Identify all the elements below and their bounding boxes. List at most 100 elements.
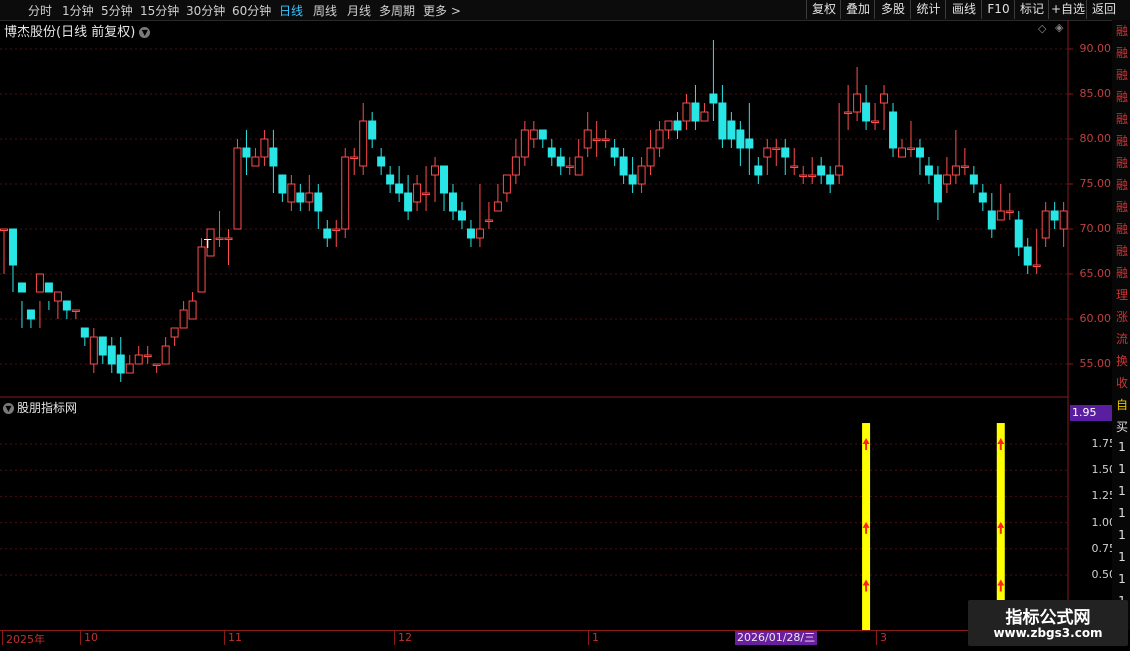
candle-body (906, 147, 915, 150)
candle-body (350, 156, 359, 159)
candle (960, 148, 969, 175)
candle-body (610, 147, 619, 158)
date-tick-label: 3 (876, 631, 887, 645)
candle (826, 166, 835, 193)
candle (44, 282, 53, 310)
candle (745, 103, 754, 175)
candle-body (368, 120, 377, 140)
candle (161, 337, 170, 365)
candle (431, 157, 440, 202)
candle (305, 175, 314, 211)
candle-body (17, 282, 26, 293)
candle-body (1014, 219, 1023, 248)
candle (440, 165, 449, 211)
candle (1023, 238, 1032, 274)
candle (359, 103, 368, 175)
strip-label: 融 (1115, 24, 1128, 38)
candle-body (574, 156, 583, 176)
candle (889, 103, 898, 157)
strip-label: 融 (1115, 112, 1128, 126)
candle (8, 228, 17, 292)
candle (260, 130, 269, 166)
candle-body (817, 165, 826, 176)
trade-marker[interactable]: T (204, 237, 211, 251)
candle (682, 94, 691, 130)
price-tick-label: 65.00 (1079, 267, 1112, 280)
candle-body (942, 174, 951, 185)
candle-body (556, 156, 565, 167)
arrow-stem (999, 527, 1002, 534)
candle (664, 120, 673, 139)
candle (386, 166, 395, 193)
candle-body (933, 174, 942, 203)
candle-body (1050, 210, 1059, 221)
candle (296, 184, 305, 211)
candle (933, 166, 942, 220)
candle-body (628, 174, 637, 185)
candle (808, 157, 817, 184)
strip-label: 融 (1115, 156, 1128, 170)
cursor-date: 2026/01/28/三 (735, 631, 818, 645)
candle (781, 139, 790, 175)
candle-body (996, 210, 1005, 221)
candle-body (880, 93, 889, 104)
candle-body (862, 102, 871, 122)
candle (906, 121, 915, 157)
candle (915, 139, 924, 175)
candle-body (422, 192, 431, 195)
indicator-tick-label: 0.50 (1091, 568, 1117, 581)
arrow-stem (865, 444, 868, 450)
candle (188, 292, 197, 320)
candle (62, 300, 71, 319)
candle-body (754, 165, 763, 176)
candle (592, 121, 601, 157)
candle-body (727, 120, 736, 140)
candle (853, 67, 862, 121)
signal-bar (996, 423, 1005, 630)
candle (80, 327, 89, 346)
candle (700, 103, 709, 122)
indicator-tick-label: 1.50 (1091, 463, 1117, 477)
candle (17, 282, 26, 328)
candle-body (377, 156, 386, 167)
candle (413, 175, 422, 211)
candle-body (215, 237, 224, 240)
indicator-signals (862, 423, 1005, 630)
candle (951, 130, 960, 184)
strip-label: 收 (1115, 376, 1128, 390)
candle-body (323, 228, 332, 239)
strip-label: 融 (1115, 46, 1128, 60)
candle-body (98, 336, 107, 356)
candle (898, 139, 906, 158)
strip-label: 自 (1115, 398, 1128, 412)
candle-body (62, 300, 71, 311)
candle (942, 157, 951, 193)
candle (637, 157, 646, 193)
candle-body (1059, 210, 1068, 230)
indicator-tick-label: 1.00 (1091, 515, 1117, 529)
candle (125, 355, 134, 374)
strip-label: 1 (1118, 528, 1126, 542)
candle-body (691, 102, 700, 122)
date-tick-label: 1 (588, 631, 599, 645)
candle (404, 175, 413, 220)
candle (844, 85, 853, 130)
candle-body (978, 192, 987, 203)
candle-body (188, 300, 197, 320)
price-tick-label: 70.00 (1079, 222, 1112, 235)
candle-body (511, 156, 520, 176)
watermark-url: www.zbgs3.com (993, 626, 1103, 640)
candle-body (673, 120, 682, 131)
candle (0, 228, 8, 274)
candle (520, 121, 529, 166)
candle (350, 148, 359, 175)
chevron-down-icon[interactable]: ▼ (3, 403, 14, 414)
candle (996, 184, 1005, 221)
candle-body (493, 201, 502, 212)
candle (556, 148, 565, 175)
candle-body (242, 147, 251, 158)
candle (709, 40, 718, 121)
candle-body (655, 129, 664, 149)
candle (1014, 211, 1023, 256)
price-tick-label: 80.00 (1079, 132, 1112, 145)
